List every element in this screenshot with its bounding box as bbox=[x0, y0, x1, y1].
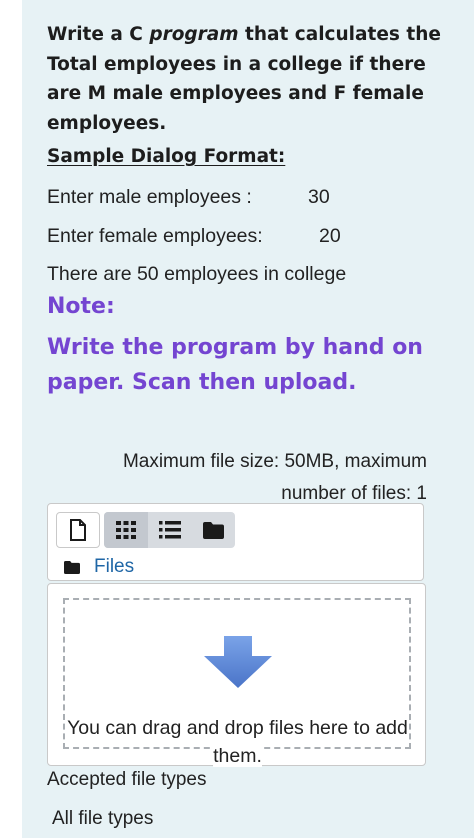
accepted-types-value: All file types bbox=[52, 808, 154, 829]
sample-line-label: Enter female employees: bbox=[47, 225, 263, 247]
sample-result-line: There are 50 employees in college bbox=[47, 263, 347, 285]
drop-zone-text: You can drag and drop files here to add … bbox=[48, 714, 427, 770]
arrow-down-icon bbox=[204, 636, 272, 688]
folder-icon bbox=[203, 521, 224, 539]
sample-line-label: Enter male employees : bbox=[47, 186, 252, 208]
folder-icon bbox=[64, 560, 80, 574]
accepted-types-label: Accepted file types bbox=[47, 769, 207, 790]
filepicker-toolbar: Files bbox=[47, 503, 424, 581]
question-text-part: Write a C bbox=[47, 24, 150, 45]
path-files-link[interactable]: Files bbox=[64, 556, 134, 578]
view-list-button[interactable] bbox=[148, 512, 192, 548]
filepicker-limits: Maximum file size: 50MB, maximum number … bbox=[100, 446, 427, 510]
question-text-emphasis: program bbox=[149, 24, 239, 45]
sample-line-value: 20 bbox=[319, 225, 341, 247]
view-tree-button[interactable] bbox=[192, 512, 235, 548]
sample-line-value: 30 bbox=[308, 186, 330, 208]
view-switcher bbox=[104, 512, 235, 548]
note-heading: Note: bbox=[47, 294, 115, 319]
filepicker-limits-line: Maximum file size: 50MB, maximum bbox=[122, 451, 427, 472]
file-drop-zone[interactable]: You can drag and drop files here to add … bbox=[47, 583, 426, 767]
grid-icon bbox=[116, 521, 136, 539]
add-file-button[interactable] bbox=[56, 512, 100, 548]
sample-dialog-heading: Sample Dialog Format: bbox=[47, 146, 286, 167]
view-icons-button[interactable] bbox=[104, 512, 148, 548]
path-files-label: Files bbox=[94, 556, 135, 577]
list-icon bbox=[159, 521, 181, 539]
file-icon bbox=[70, 519, 86, 541]
question-text: Write a C program that calculates the To… bbox=[47, 20, 447, 138]
note-text: Write the program by hand on paper. Scan… bbox=[47, 335, 423, 395]
drop-zone-text-content: You can drag and drop files here to add … bbox=[67, 717, 408, 767]
